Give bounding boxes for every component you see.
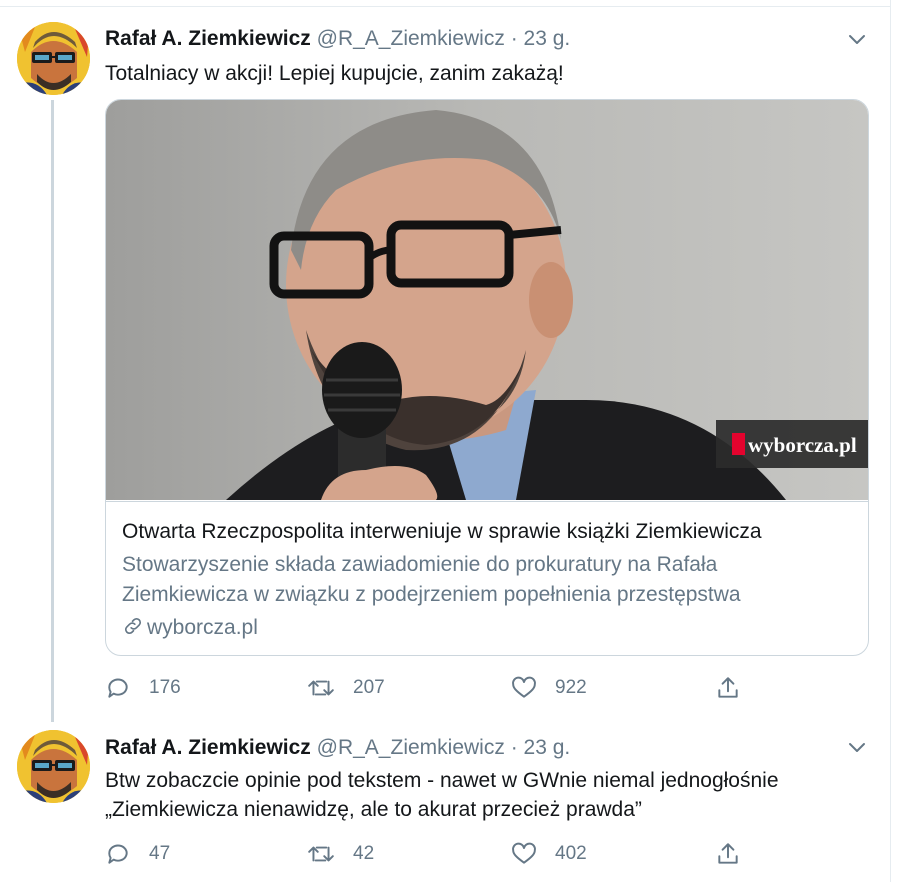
heart-icon [512, 676, 536, 698]
separator-dot: · [510, 736, 518, 759]
card-domain[interactable]: wyborcza.pl [122, 614, 258, 642]
tweet-actions: 47 42 402 [105, 839, 865, 869]
retweet-icon [308, 680, 334, 696]
retweet-count: 42 [353, 843, 375, 864]
reply-button[interactable]: 176 [105, 673, 181, 703]
reply-count: 47 [149, 843, 171, 864]
tweet-1[interactable]: Rafał A. Ziemkiewicz @R_A_Ziemkiewicz · … [0, 0, 890, 720]
share-icon [718, 677, 738, 698]
share-icon [718, 843, 738, 864]
like-button[interactable]: 922 [511, 673, 587, 703]
share-button[interactable] [715, 839, 759, 869]
reply-icon [108, 844, 128, 864]
tweet-text: Btw zobaczcie opinie pod tekstem - nawet… [105, 769, 779, 821]
card-body[interactable]: Otwarta Rzeczpospolita interweniuje w sp… [106, 501, 868, 655]
chevron-down-icon[interactable] [846, 736, 868, 758]
reply-icon [108, 678, 128, 698]
card-description: Stowarzyszenie składa zawiadomienie do p… [122, 553, 741, 606]
heart-icon [512, 842, 536, 864]
avatar[interactable] [17, 730, 90, 803]
timestamp[interactable]: 23 g. [524, 27, 571, 50]
tweet-actions: 176 207 922 [105, 673, 865, 703]
tweet-text: Totalniacy w akcji! Lepiej kupujcie, zan… [105, 62, 564, 85]
avatar-image [17, 22, 90, 95]
reply-count: 176 [149, 677, 181, 698]
link-icon [124, 617, 142, 635]
retweet-button[interactable]: 42 [307, 839, 374, 869]
watermark: wyborcza.pl [748, 433, 857, 457]
avatar[interactable] [17, 22, 90, 95]
tweet-header: Rafał A. Ziemkiewicz @R_A_Ziemkiewicz · … [105, 735, 570, 761]
card-domain-text: wyborcza.pl [147, 616, 258, 639]
retweet-button[interactable]: 207 [307, 673, 385, 703]
author-name[interactable]: Rafał A. Ziemkiewicz [105, 27, 311, 50]
reply-button[interactable]: 47 [105, 839, 170, 869]
chevron-down-icon[interactable] [846, 28, 868, 50]
timeline-border [890, 0, 891, 882]
avatar-image [17, 730, 90, 803]
retweet-count: 207 [353, 677, 385, 698]
like-count: 402 [555, 843, 587, 864]
like-count: 922 [555, 677, 587, 698]
author-name[interactable]: Rafał A. Ziemkiewicz [105, 736, 311, 759]
tweet-header: Rafał A. Ziemkiewicz @R_A_Ziemkiewicz · … [105, 26, 570, 52]
like-button[interactable]: 402 [511, 839, 587, 869]
share-button[interactable] [715, 673, 759, 703]
card-image: wyborcza.pl [106, 100, 868, 500]
author-handle[interactable]: @R_A_Ziemkiewicz [317, 736, 505, 759]
link-card[interactable]: wyborcza.pl Otwarta Rzeczpospolita inter… [105, 99, 869, 656]
tweet-2[interactable]: Rafał A. Ziemkiewicz @R_A_Ziemkiewicz · … [0, 720, 890, 882]
retweet-icon [308, 846, 334, 862]
author-handle[interactable]: @R_A_Ziemkiewicz [317, 27, 505, 50]
card-title[interactable]: Otwarta Rzeczpospolita interweniuje w sp… [122, 518, 762, 546]
separator-dot: · [510, 27, 518, 50]
timestamp[interactable]: 23 g. [524, 736, 571, 759]
